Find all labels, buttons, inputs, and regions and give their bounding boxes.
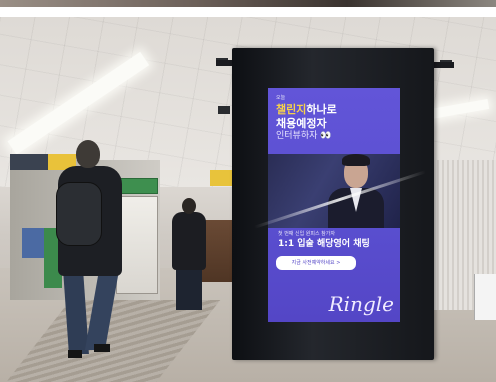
subway-photo: 오늘 챌린지하나로 채용예정자 인터뷰하자 👀 첫 번째 신입 원피스 참가자 … [0,0,496,382]
ad-kicker: 오늘 [276,95,286,101]
yellow-sign [210,170,234,186]
exit-sign [116,178,158,194]
ad-cta-pill: 지금 사전예약하세요 > [276,256,356,270]
commuter-shoe [94,344,110,352]
ceiling-camera [218,106,230,114]
pillar-bracket [432,62,454,68]
wall-poster [22,228,44,258]
ad-headline-line2: 채용예정자 [276,117,327,130]
brand-logo: Ringle [328,292,394,316]
ad-subheadline: 1:1 입술 해당영어 채팅 [278,239,370,249]
distant-commuter-body [172,212,206,270]
commuter-shoe [68,350,82,358]
ad-caption: 첫 번째 신입 원피스 참가자 [278,231,335,237]
ad-headline-line3: 인터뷰하자 👀 [276,131,332,141]
ad-screen: 오늘 챌린지하나로 채용예정자 인터뷰하자 👀 첫 번째 신입 원피스 참가자 … [268,88,400,322]
info-kiosk [116,196,158,294]
ad-headline-line1: 챌린지하나로 [276,104,337,115]
ad-headline-highlight: 챌린지 [276,103,307,116]
ad-headline-rest: 하나로 [306,103,337,116]
backpack [56,182,102,246]
ad-person-hair [342,154,370,166]
distant-commuter-legs [176,266,202,310]
image-gap [0,7,496,17]
direction-sign [10,154,48,170]
distant-commuter-head [182,198,196,214]
commuter-head [76,140,100,168]
top-image-strip [0,0,496,7]
gate-device [474,274,496,320]
